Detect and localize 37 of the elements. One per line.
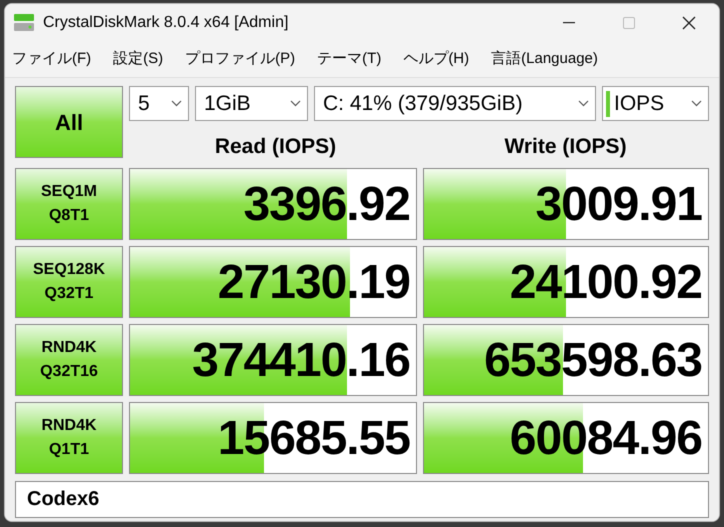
comment-field[interactable]: Codex6 (15, 480, 709, 518)
dropdown-value: IOPS (614, 90, 664, 117)
disk-icon (13, 13, 35, 33)
chevron-icon (691, 100, 702, 107)
dropdown-value: 1GiB (204, 90, 251, 117)
menu-item[interactable]: プロファイル(P) (185, 48, 296, 71)
chevron-icon (171, 100, 182, 107)
menu-item[interactable]: 設定(S) (113, 48, 164, 71)
minimize-icon (563, 22, 575, 24)
result-value: 3009.91 (535, 176, 702, 232)
maximize-icon (623, 17, 635, 29)
dropdown-value: C: 41% (379/935GiB) (323, 90, 523, 117)
dropdown[interactable]: 5 (129, 86, 189, 121)
test-button[interactable]: SEQ128K Q32T1 (15, 246, 123, 318)
dropdown[interactable]: 1GiB (195, 86, 308, 121)
result-value: 653598.63 (484, 332, 702, 388)
chevron-icon (290, 100, 301, 107)
menu-item[interactable]: テーマ(T) (317, 48, 382, 71)
menu-item[interactable]: ヘルプ(H) (403, 48, 470, 71)
result-value: 24100.92 (510, 254, 702, 310)
close-icon (682, 16, 696, 30)
test-button[interactable]: SEQ1M Q8T1 (15, 168, 123, 240)
test-button[interactable]: RND4K Q32T16 (15, 324, 123, 396)
chevron-icon (578, 100, 589, 107)
result-value: 60084.96 (510, 410, 702, 466)
column-header: Read (IOPS) (214, 134, 338, 160)
test-button[interactable]: RND4K Q1T1 (15, 402, 123, 474)
all-button[interactable]: All (15, 86, 123, 158)
dropdown[interactable]: IOPS (602, 86, 709, 121)
dropdown-value: 5 (138, 90, 150, 117)
menu-item[interactable]: ファイル(F) (12, 48, 92, 71)
dropdown[interactable]: C: 41% (379/935GiB) (314, 86, 596, 121)
column-header: Write (IOPS) (503, 134, 628, 160)
menu-item[interactable]: 言語(Language) (491, 48, 598, 71)
result-value: 15685.55 (218, 410, 410, 466)
theme-marker (606, 90, 610, 116)
window-title: CrystalDiskMark 8.0.4 x64 [Admin] (43, 13, 288, 33)
